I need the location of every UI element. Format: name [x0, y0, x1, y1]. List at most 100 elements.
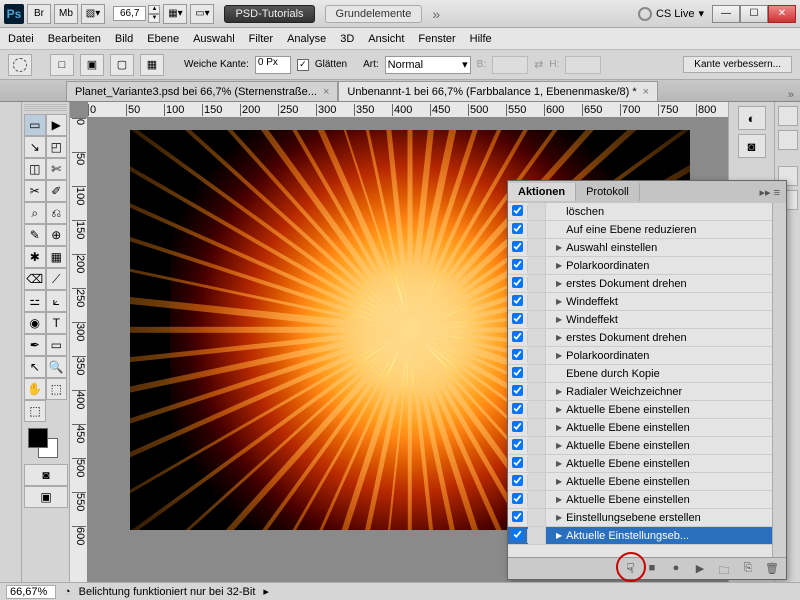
status-menu-icon[interactable]: ▸ [263, 585, 269, 598]
action-dialog-toggle[interactable] [528, 239, 546, 256]
disclosure-icon[interactable]: ▶ [556, 279, 562, 288]
action-dialog-toggle[interactable] [528, 509, 546, 526]
tool-l-7[interactable]: ⌫ [24, 268, 46, 290]
action-enable-checkbox[interactable] [512, 277, 523, 288]
disclosure-icon[interactable]: ▶ [556, 351, 562, 360]
more-workspaces-icon[interactable]: » [432, 6, 440, 22]
delete-button[interactable]: 🗑 [764, 562, 780, 576]
disclosure-icon[interactable]: ▶ [556, 531, 562, 540]
tool-l-11[interactable]: ↖ [24, 356, 46, 378]
action-row[interactable]: ▶Aktuelle Ebene einstellen [508, 491, 786, 509]
action-dialog-toggle[interactable] [528, 257, 546, 274]
tool-r-11[interactable]: 🔍 [46, 356, 68, 378]
arrange-button[interactable]: ▭▾ [190, 4, 214, 24]
disclosure-icon[interactable]: ▶ [556, 315, 562, 324]
adjustments-icon[interactable]: ◐ [738, 106, 766, 130]
action-dialog-toggle[interactable] [528, 383, 546, 400]
disclosure-icon[interactable]: ▶ [556, 423, 562, 432]
action-enable-checkbox[interactable] [512, 313, 523, 324]
record-button[interactable]: ● [668, 562, 684, 576]
sel-int-icon[interactable]: ▦ [140, 54, 164, 76]
action-row[interactable]: ▶Auf eine Ebene reduzieren [508, 221, 786, 239]
disclosure-icon[interactable]: ▶ [556, 477, 562, 486]
menu-ansicht[interactable]: Ansicht [368, 33, 404, 45]
action-row[interactable]: ▶Ebene durch Kopie [508, 365, 786, 383]
close-button[interactable]: ✕ [768, 5, 796, 23]
close-icon[interactable]: × [323, 86, 329, 98]
sel-new-icon[interactable]: □ [50, 54, 74, 76]
action-enable-checkbox[interactable] [512, 457, 523, 468]
tool-l-0[interactable]: ▭ [24, 114, 46, 136]
action-dialog-toggle[interactable] [528, 329, 546, 346]
disclosure-icon[interactable]: ▶ [556, 441, 562, 450]
tool-r-10[interactable]: ▭ [46, 334, 68, 356]
tool-r-4[interactable]: ⎌ [46, 202, 68, 224]
play-button[interactable]: ▶ [692, 562, 708, 576]
action-row[interactable]: ▶Aktuelle Ebene einstellen [508, 401, 786, 419]
ruler-horizontal[interactable]: 0501001502002503003504004505005506006507… [88, 102, 728, 118]
close-icon[interactable]: × [643, 86, 649, 98]
action-enable-checkbox[interactable] [512, 205, 523, 216]
ruler-vertical[interactable]: 050100150200250300350400450500550600 [70, 118, 88, 582]
refine-edge-button[interactable]: Kante verbessern... [683, 56, 792, 73]
disclosure-icon[interactable]: ▶ [556, 495, 562, 504]
dock-collapse-left[interactable] [0, 102, 22, 582]
stop-button[interactable]: ■ [644, 562, 660, 576]
menu-bearbeiten[interactable]: Bearbeiten [48, 33, 101, 45]
action-enable-checkbox[interactable] [512, 493, 523, 504]
action-enable-checkbox[interactable] [512, 529, 523, 540]
action-row[interactable]: ▶Aktuelle Ebene einstellen [508, 419, 786, 437]
minibridge-button[interactable]: Mb [54, 4, 78, 24]
tool-r-1[interactable]: ◰ [46, 136, 68, 158]
action-row[interactable]: ▶Einstellungsebene erstellen [508, 509, 786, 527]
tool-r-2[interactable]: ✄ [46, 158, 68, 180]
action-row[interactable]: ▶Polarkoordinaten [508, 257, 786, 275]
tool-r-12[interactable]: ⬚ [46, 378, 68, 400]
action-enable-checkbox[interactable] [512, 439, 523, 450]
tool-l-9[interactable]: ◉ [24, 312, 46, 334]
tool-r-5[interactable]: ⊕ [46, 224, 68, 246]
maximize-button[interactable]: ☐ [740, 5, 768, 23]
tool-l-2[interactable]: ◫ [24, 158, 46, 180]
action-enable-checkbox[interactable] [512, 421, 523, 432]
status-zoom[interactable]: 66,67% [6, 585, 56, 599]
tool-l-6[interactable]: ✱ [24, 246, 46, 268]
action-dialog-toggle[interactable] [528, 203, 546, 220]
sel-add-icon[interactable]: ▣ [80, 54, 104, 76]
zoom-level[interactable]: 66,7 [113, 6, 146, 21]
zoom-stepper[interactable]: ▲▼ [148, 5, 160, 23]
tool-r-0[interactable]: ▶ [46, 114, 68, 136]
disclosure-icon[interactable]: ▶ [556, 513, 562, 522]
action-row[interactable]: ▶Aktuelle Ebene einstellen [508, 437, 786, 455]
tab-overflow-icon[interactable]: » [782, 89, 800, 101]
action-row[interactable]: ▶Auswahl einstellen [508, 239, 786, 257]
action-enable-checkbox[interactable] [512, 259, 523, 270]
action-dialog-toggle[interactable] [528, 401, 546, 418]
action-row[interactable]: ▶Windeffekt [508, 311, 786, 329]
action-enable-checkbox[interactable] [512, 241, 523, 252]
action-dialog-toggle[interactable] [528, 437, 546, 454]
panel-menu-icon[interactable]: ▸▸ ≡ [753, 186, 786, 199]
bridge-button[interactable]: Br [27, 4, 51, 24]
sel-sub-icon[interactable]: ▢ [110, 54, 134, 76]
action-dialog-toggle[interactable] [528, 419, 546, 436]
screen-mode-button[interactable]: ▧▾ [81, 4, 105, 24]
disclosure-icon[interactable]: ▶ [556, 333, 562, 342]
tool-preset[interactable] [8, 54, 32, 76]
document-tab-2[interactable]: Unbenannt-1 bei 66,7% (Farbbalance 1, Eb… [338, 81, 658, 101]
action-dialog-toggle[interactable] [528, 365, 546, 382]
action-dialog-toggle[interactable] [528, 527, 546, 544]
tool-l-12[interactable]: ✋ [24, 378, 46, 400]
tool-r-8[interactable]: ⟀ [46, 290, 68, 312]
new-action-button[interactable]: ⎘ [740, 562, 756, 576]
document-tab-1[interactable]: Planet_Variante3.psd bei 66,7% (Sternens… [66, 81, 338, 101]
tool-l-13[interactable]: ⬚ [24, 400, 46, 422]
psd-tutorials-button[interactable]: PSD-Tutorials [224, 5, 314, 23]
action-enable-checkbox[interactable] [512, 475, 523, 486]
action-dialog-toggle[interactable] [528, 221, 546, 238]
basics-button[interactable]: Grundelemente [325, 5, 423, 23]
tool-l-1[interactable]: ↘ [24, 136, 46, 158]
feather-input[interactable]: 0 Px [255, 56, 291, 74]
masks-icon[interactable]: ◙ [738, 134, 766, 158]
action-dialog-toggle[interactable] [528, 347, 546, 364]
